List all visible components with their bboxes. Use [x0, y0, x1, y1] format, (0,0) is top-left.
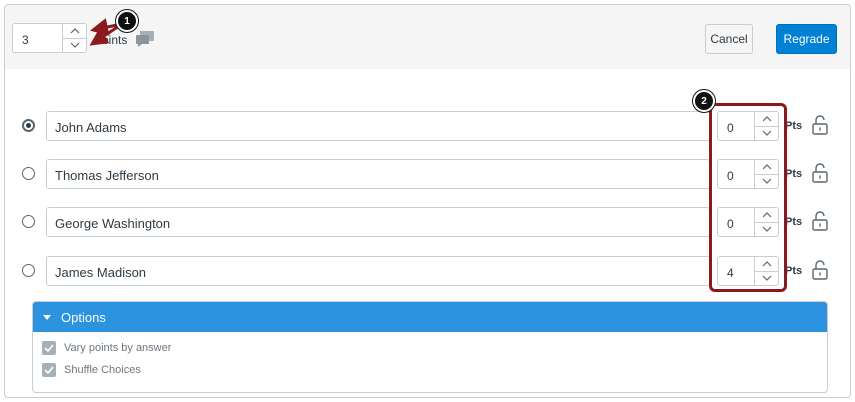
- options-header[interactable]: Options: [33, 302, 827, 332]
- answer-radio[interactable]: [22, 215, 35, 228]
- checkmark-icon[interactable]: [42, 341, 56, 355]
- chevron-down-icon[interactable]: [63, 37, 86, 53]
- checkmark-icon[interactable]: [42, 363, 56, 377]
- option-label: Shuffle Choices: [64, 364, 141, 376]
- points-spinner: [62, 24, 86, 52]
- pts-label: Pts: [785, 265, 803, 277]
- points-stepper[interactable]: 3: [12, 23, 87, 53]
- pts-label: Pts: [785, 168, 803, 180]
- answer-text-field[interactable]: Thomas Jefferson: [46, 159, 710, 189]
- answer-radio[interactable]: [22, 167, 35, 180]
- regrade-button[interactable]: Regrade: [776, 24, 837, 54]
- answer-text-field[interactable]: James Madison: [46, 256, 710, 286]
- unlock-icon[interactable]: [811, 163, 829, 188]
- answer-radio[interactable]: [22, 119, 35, 132]
- unlock-icon[interactable]: [811, 115, 829, 140]
- option-vary-points[interactable]: Vary points by answer: [42, 341, 171, 355]
- annotation-highlight-box: [709, 103, 787, 292]
- points-value[interactable]: 3: [13, 24, 62, 52]
- caret-down-icon: [43, 314, 51, 320]
- chevron-up-icon[interactable]: [63, 24, 86, 38]
- callout-badge-1: 1: [116, 10, 138, 32]
- options-panel: Options Vary points by answer Shuffle Ch…: [32, 301, 828, 393]
- unlock-icon[interactable]: [811, 260, 829, 285]
- option-shuffle-choices[interactable]: Shuffle Choices: [42, 363, 141, 377]
- callout-badge-2: 2: [693, 90, 715, 112]
- option-label: Vary points by answer: [64, 342, 172, 354]
- answer-text-field[interactable]: George Washington: [46, 207, 710, 237]
- points-label: Points: [94, 33, 128, 47]
- options-title: Options: [61, 309, 106, 325]
- pts-label: Pts: [785, 120, 803, 132]
- comment-icon[interactable]: [135, 30, 155, 53]
- answer-radio[interactable]: [22, 264, 35, 277]
- answer-text-field[interactable]: John Adams: [46, 111, 710, 141]
- unlock-icon[interactable]: [811, 211, 829, 236]
- pts-label: Pts: [785, 216, 803, 228]
- cancel-button[interactable]: Cancel: [705, 24, 753, 54]
